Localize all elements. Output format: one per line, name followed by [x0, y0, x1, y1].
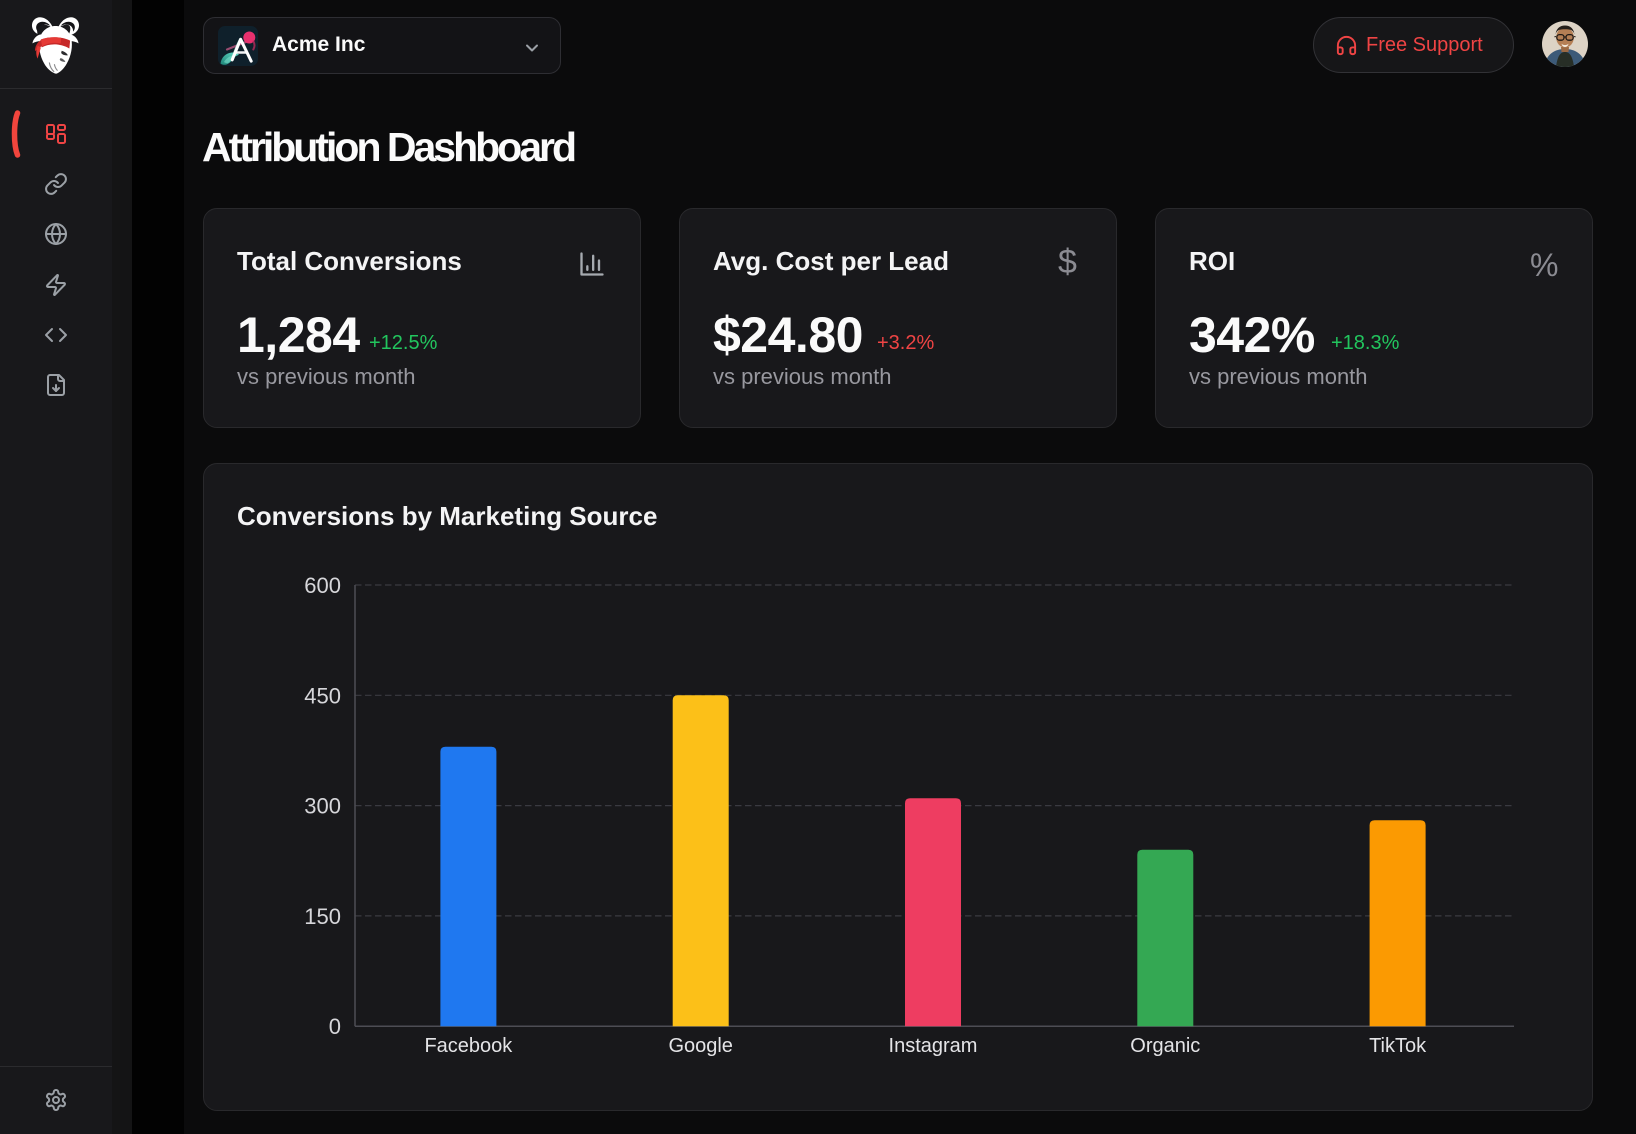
svg-text:Instagram: Instagram — [889, 1035, 978, 1057]
svg-text:450: 450 — [304, 683, 341, 708]
svg-text:Organic: Organic — [1130, 1035, 1200, 1057]
svg-text:600: 600 — [304, 573, 341, 598]
svg-text:Google: Google — [668, 1035, 733, 1057]
svg-text:300: 300 — [304, 794, 341, 819]
svg-text:150: 150 — [304, 904, 341, 929]
svg-text:0: 0 — [329, 1014, 341, 1039]
svg-text:Facebook: Facebook — [424, 1035, 513, 1057]
svg-text:TikTok: TikTok — [1369, 1035, 1427, 1057]
